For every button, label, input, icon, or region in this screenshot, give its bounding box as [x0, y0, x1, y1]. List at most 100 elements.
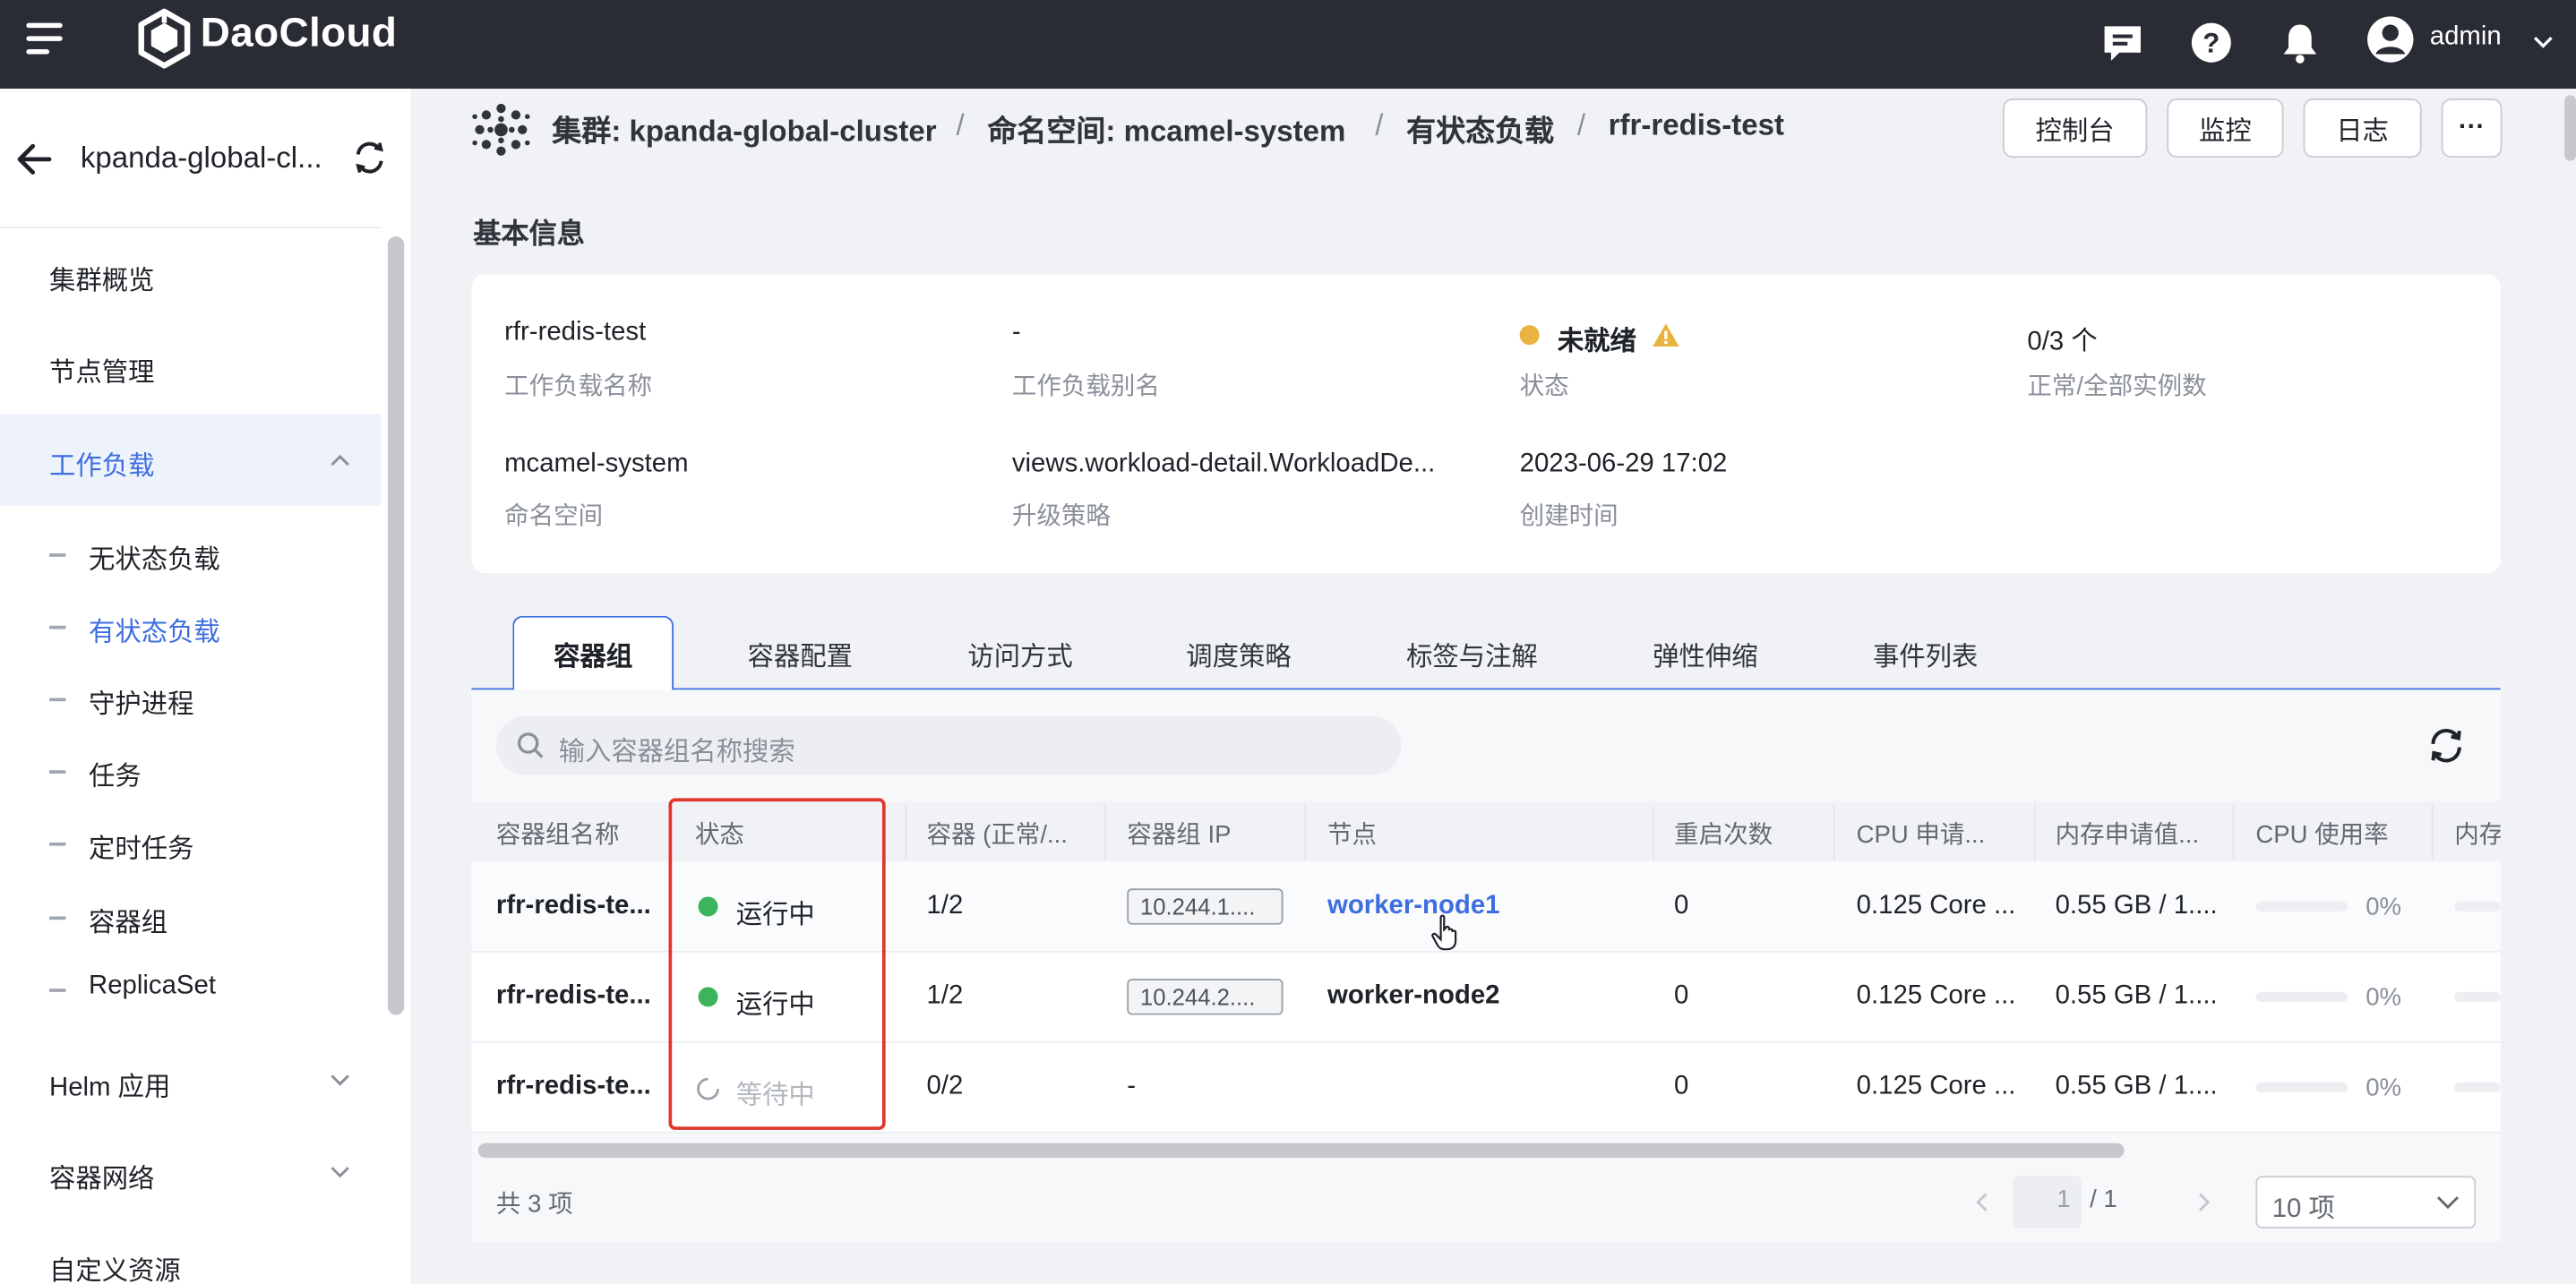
cpu-usage-percent: 0%	[2366, 1074, 2402, 1102]
breadcrumb-cluster[interactable]: 集群: kpanda-global-cluster	[552, 108, 936, 151]
pod-memory-request: 0.55 GB / 1....	[2055, 891, 2218, 920]
sidebar-item-cronjobs[interactable]: 定时任务	[89, 826, 193, 866]
sidebar-item-deployments[interactable]: 无状态负载	[89, 537, 220, 577]
column-header-memory-usage[interactable]: 内存	[2454, 817, 2500, 852]
sidebar-item-statefulsets[interactable]: 有状态负载	[89, 609, 220, 648]
column-header-cpu-usage[interactable]: CPU 使用率	[2255, 817, 2388, 852]
sidebar-item-replicasets[interactable]: ReplicaSet	[89, 972, 216, 1002]
username[interactable]: admin	[2430, 23, 2502, 53]
tab-pods[interactable]: 容器组	[554, 634, 632, 673]
column-header-node[interactable]: 节点	[1327, 817, 1377, 852]
pod-memory-request: 0.55 GB / 1....	[2055, 1072, 2218, 1100]
pod-node-link[interactable]: worker-node2	[1327, 982, 1499, 1012]
user-avatar-icon[interactable]	[2366, 15, 2415, 64]
table-horizontal-scrollbar[interactable]	[477, 1143, 2125, 1159]
status-dot	[1519, 325, 1540, 346]
breadcrumb-current: rfr-redis-test	[1608, 108, 1784, 141]
tab-events[interactable]: 事件列表	[1873, 634, 1978, 673]
sidebar-item-workloads[interactable]: 工作负载	[49, 443, 154, 483]
pod-name[interactable]: rfr-redis-te...	[496, 892, 651, 921]
column-header-containers[interactable]: 容器 (正常/...	[926, 817, 1067, 852]
column-header-cpu-request[interactable]: CPU 申请...	[1857, 817, 1986, 852]
column-header-pod-name[interactable]: 容器组名称	[496, 817, 620, 852]
pod-containers: 1/2	[926, 891, 964, 920]
sub-item-dash	[49, 842, 66, 845]
status-value: 未就绪	[1557, 328, 1636, 357]
pod-ip: -	[1127, 1072, 1137, 1100]
sidebar-item-node-management[interactable]: 节点管理	[49, 350, 154, 389]
chevron-down-icon[interactable]	[329, 1164, 352, 1180]
sidebar-item-pods[interactable]: 容器组	[89, 900, 167, 939]
previous-page-icon[interactable]	[1971, 1191, 1995, 1214]
column-header-memory-request[interactable]: 内存申请值...	[2056, 817, 2200, 852]
svg-text:?: ?	[2202, 28, 2220, 59]
pod-cpu-request: 0.125 Core ...	[1856, 981, 2016, 1011]
next-page-icon[interactable]	[2192, 1191, 2215, 1214]
refresh-icon[interactable]	[2426, 726, 2466, 766]
upgrade-strategy-label: 升级策略	[1011, 502, 1111, 531]
pod-name[interactable]: rfr-redis-te...	[496, 1073, 651, 1102]
help-icon[interactable]: ?	[2188, 20, 2234, 65]
memory-usage-bar	[2454, 991, 2501, 1002]
switch-cluster-icon[interactable]	[352, 140, 388, 175]
top-bar: DaoCloud ? admin	[0, 0, 2576, 90]
tab-labels-annotations[interactable]: 标签与注解	[1406, 634, 1538, 673]
tab-autoscaling[interactable]: 弹性伸缩	[1653, 634, 1757, 673]
breadcrumb-separator: /	[956, 108, 965, 141]
page-input[interactable]	[2012, 1176, 2082, 1228]
sidebar-item-custom-resources[interactable]: 自定义资源	[49, 1248, 181, 1284]
column-divider	[905, 804, 907, 861]
menu-icon[interactable]	[26, 22, 65, 56]
pod-containers: 0/2	[926, 1072, 964, 1100]
pod-name[interactable]: rfr-redis-te...	[496, 982, 651, 1012]
cpu-usage-bar	[2255, 1082, 2348, 1092]
brand-name[interactable]: DaoCloud	[201, 10, 397, 57]
tab-container-config[interactable]: 容器配置	[748, 634, 853, 673]
logs-button[interactable]: 日志	[2303, 98, 2422, 158]
sidebar-item-helm-apps[interactable]: Helm 应用	[49, 1065, 170, 1104]
back-arrow-icon[interactable]	[13, 140, 56, 179]
pod-memory-request: 0.55 GB / 1....	[2055, 981, 2218, 1011]
breadcrumb-namespace[interactable]: 命名空间: mcamel-system	[987, 108, 1345, 151]
statefulset-icon	[472, 103, 530, 156]
notification-bell-icon[interactable]	[2277, 20, 2323, 65]
sidebar-scrollbar[interactable]	[387, 236, 405, 1015]
total-count: 共 3 项	[495, 1190, 573, 1219]
monitor-button[interactable]: 监控	[2167, 98, 2284, 158]
pod-node-link[interactable]: worker-node1	[1327, 892, 1499, 921]
column-header-pod-ip[interactable]: 容器组 IP	[1127, 817, 1231, 852]
chevron-up-icon[interactable]	[329, 451, 352, 467]
sidebar-item-cluster-overview[interactable]: 集群概览	[49, 258, 154, 297]
pod-ip[interactable]: 10.244.1....	[1127, 888, 1284, 925]
upgrade-strategy-value: views.workload-detail.WorkloadDe...	[1011, 449, 1436, 478]
pod-ip[interactable]: 10.244.2....	[1127, 979, 1284, 1015]
cluster-name[interactable]: kpanda-global-cl...	[81, 141, 322, 176]
cpu-usage-percent: 0%	[2366, 983, 2402, 1012]
pod-restarts: 0	[1674, 891, 1689, 920]
current-page: 1	[2057, 1186, 2071, 1214]
pod-restarts: 0	[1674, 1072, 1689, 1100]
pod-restarts: 0	[1674, 981, 1689, 1011]
search-placeholder: 输入容器组名称搜索	[558, 739, 795, 767]
warning-icon[interactable]	[1651, 322, 1680, 348]
chevron-down-icon[interactable]	[329, 1073, 352, 1089]
column-header-restarts[interactable]: 重启次数	[1674, 817, 1773, 852]
sub-item-dash	[49, 553, 66, 556]
sub-item-dash	[49, 989, 66, 991]
tab-scheduling[interactable]: 调度策略	[1186, 634, 1291, 673]
chevron-down-icon[interactable]	[2434, 1193, 2460, 1212]
sidebar-item-daemonsets[interactable]: 守护进程	[89, 681, 193, 721]
console-button[interactable]: 控制台	[2002, 98, 2148, 158]
breadcrumb-kind[interactable]: 有状态负载	[1406, 108, 1554, 151]
column-divider	[1653, 804, 1655, 861]
status-column-highlight	[668, 798, 886, 1130]
created-time-value: 2023-06-29 17:02	[1519, 449, 1728, 478]
more-actions-button[interactable]: ···	[2441, 98, 2503, 158]
chevron-down-icon[interactable]	[2532, 30, 2555, 53]
sidebar-item-container-network[interactable]: 容器网络	[49, 1156, 154, 1195]
page-scrollbar[interactable]	[2564, 95, 2576, 161]
tab-access-method[interactable]: 访问方式	[967, 634, 1072, 673]
message-icon[interactable]	[2099, 20, 2145, 65]
workload-name-label: 工作负载名称	[504, 372, 653, 401]
sidebar-item-jobs[interactable]: 任务	[89, 754, 142, 793]
